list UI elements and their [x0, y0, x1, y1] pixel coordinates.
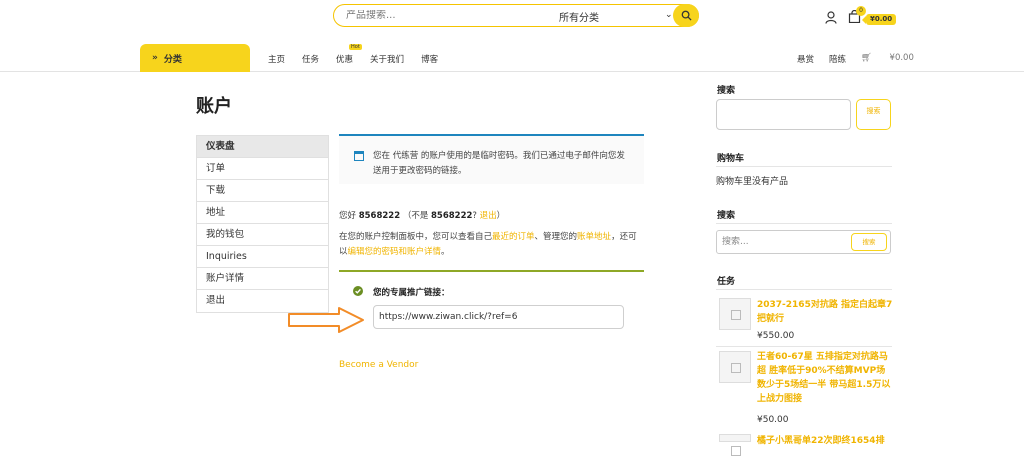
product-search-bar: 所有分类 ⌄: [333, 4, 699, 27]
sidebar-search-button[interactable]: 搜索: [856, 99, 891, 130]
task-item[interactable]: 橘子小黑哥单22次即终1654排: [716, 434, 894, 456]
nav-item-home[interactable]: 主页: [268, 53, 285, 65]
greeting-not-user: 8568222: [431, 211, 473, 221]
task-item[interactable]: 王者60-67星 五排指定对抗路马超 胜率低于90%不结算MVP场数少于5场结一…: [716, 350, 894, 430]
nav-cart-total: ¥0.00: [889, 53, 914, 63]
sidebar-search2-input[interactable]: 搜索... 搜索: [716, 230, 891, 254]
task-name[interactable]: 王者60-67星 五排指定对抗路马超 胜率低于90%不结算MVP场数少于5场结一…: [757, 350, 893, 406]
chevron-down-icon: ⌄: [665, 10, 673, 20]
greeting: 您好 8568222 （不是 8568222? 退出）: [339, 209, 505, 221]
cart-count-badge: 0: [856, 6, 866, 16]
categories-label: 分类: [163, 54, 182, 65]
greeting-hello: 您好: [339, 211, 359, 221]
image-placeholder-icon: [719, 351, 751, 383]
window-icon: [354, 151, 364, 161]
divider: [716, 223, 892, 224]
greeting-question: ?: [472, 211, 480, 221]
sidebar-search2-button[interactable]: 搜索: [851, 233, 887, 251]
cart-total-badge[interactable]: ¥0.00: [861, 14, 897, 25]
temporary-password-notice: 您在 代练营 的账户使用的是临时密码。我们已通过电子邮件向您发送用于更改密码的链…: [339, 134, 644, 184]
divider: [716, 289, 892, 290]
desc-part4: 。: [441, 247, 450, 257]
nav-item-bounty[interactable]: 悬赏: [797, 53, 814, 65]
task-name[interactable]: 2037-2165对抗路 指定白起章7把就行: [757, 298, 893, 326]
nav-item-deals-label: 优惠: [336, 55, 354, 65]
divider: [716, 346, 892, 347]
dashboard-description: 在您的账户控制面板中，您可以查看自己最近的订单、管理您的账单地址，还可以编辑您的…: [339, 230, 639, 260]
double-chevron-right-icon: »: [152, 53, 158, 63]
billing-address-link[interactable]: 账单地址: [577, 232, 611, 242]
product-search-input[interactable]: [346, 10, 546, 21]
account-nav-orders[interactable]: 订单: [197, 158, 328, 180]
hot-badge: Hot: [349, 44, 362, 50]
nav-item-about[interactable]: 关于我们: [370, 53, 404, 65]
check-circle-icon: [353, 286, 363, 296]
user-icon[interactable]: [825, 11, 837, 24]
account-nav-wallet[interactable]: 我的钱包: [197, 224, 328, 246]
account-nav-dashboard[interactable]: 仪表盘: [197, 136, 328, 158]
top-bar: 所有分类 ⌄ 0 ¥0.00: [0, 0, 1024, 32]
account-nav-inquiries[interactable]: Inquiries: [197, 246, 328, 268]
task-price: ¥50.00: [757, 415, 789, 425]
edit-account-link[interactable]: 编辑您的密码和账户详情: [348, 247, 442, 257]
image-placeholder-icon: [719, 298, 751, 330]
nav-links: 主页 任务 优惠 Hot 关于我们 博客: [268, 44, 455, 65]
greeting-close: ）: [496, 211, 506, 221]
account-nav-addresses[interactable]: 地址: [197, 202, 328, 224]
task-name[interactable]: 橘子小黑哥单22次即终1654排: [757, 434, 893, 448]
greeting-logout-link[interactable]: 退出: [480, 211, 497, 221]
main-nav-bar: » 分类 主页 任务 优惠 Hot 关于我们 博客 悬赏 陪练 🛒︎ ¥0.00: [0, 44, 1024, 72]
search-widget-title: 搜索: [717, 86, 736, 96]
nav-right-links: 悬赏 陪练 🛒︎ ¥0.00: [797, 53, 944, 65]
arrow-right-icon: [288, 307, 364, 333]
search2-placeholder: 搜索...: [722, 237, 749, 247]
recent-orders-link[interactable]: 最近的订单: [492, 232, 535, 242]
affiliate-link-field[interactable]: https://www.ziwan.click/?ref=6: [373, 305, 624, 329]
nav-item-tasks[interactable]: 任务: [302, 53, 319, 65]
account-navigation: 仪表盘 订单 下载 地址 我的钱包 Inquiries 账户详情 退出: [196, 135, 329, 313]
categories-menu-button[interactable]: » 分类: [140, 44, 250, 72]
nav-item-blog[interactable]: 博客: [421, 53, 438, 65]
account-nav-downloads[interactable]: 下载: [197, 180, 328, 202]
greeting-not-prefix: （不是: [402, 211, 432, 221]
search-button[interactable]: [673, 4, 699, 27]
notice-text: 您在 代练营 的账户使用的是临时密码。我们已通过电子邮件向您发送用于更改密码的链…: [373, 151, 625, 176]
affiliate-label: 您的专属推广链接：: [373, 288, 450, 298]
basket-icon: 🛒︎: [861, 53, 872, 63]
affiliate-link-box: 您的专属推广链接： https://www.ziwan.click/?ref=6: [339, 270, 644, 338]
greeting-username: 8568222: [358, 211, 401, 221]
account-nav-details[interactable]: 账户详情: [197, 268, 328, 290]
become-vendor-link[interactable]: Become a Vendor: [339, 360, 418, 370]
sidebar-search-input[interactable]: [716, 99, 851, 130]
search2-widget-title: 搜索: [717, 211, 736, 221]
cart-widget-title: 购物车: [717, 154, 745, 164]
tasks-widget-title: 任务: [717, 277, 736, 287]
nav-item-deals[interactable]: 优惠 Hot: [336, 44, 362, 65]
task-price: ¥550.00: [757, 331, 795, 341]
page-title: 账户: [196, 96, 232, 117]
nav-item-coaching[interactable]: 陪练: [829, 53, 846, 65]
image-placeholder-icon: [719, 434, 751, 456]
desc-part2: 、管理您的: [534, 232, 578, 242]
divider: [716, 166, 892, 167]
cart-empty-message: 购物车里没有产品: [716, 177, 789, 187]
category-select[interactable]: 所有分类: [559, 9, 599, 24]
task-item[interactable]: 2037-2165对抗路 指定白起章7把就行 ¥550.00: [716, 298, 894, 348]
search-icon: [681, 10, 692, 21]
nav-cart[interactable]: 🛒︎ ¥0.00: [861, 53, 929, 65]
desc-part1: 在您的账户控制面板中，您可以查看自己: [339, 232, 493, 242]
